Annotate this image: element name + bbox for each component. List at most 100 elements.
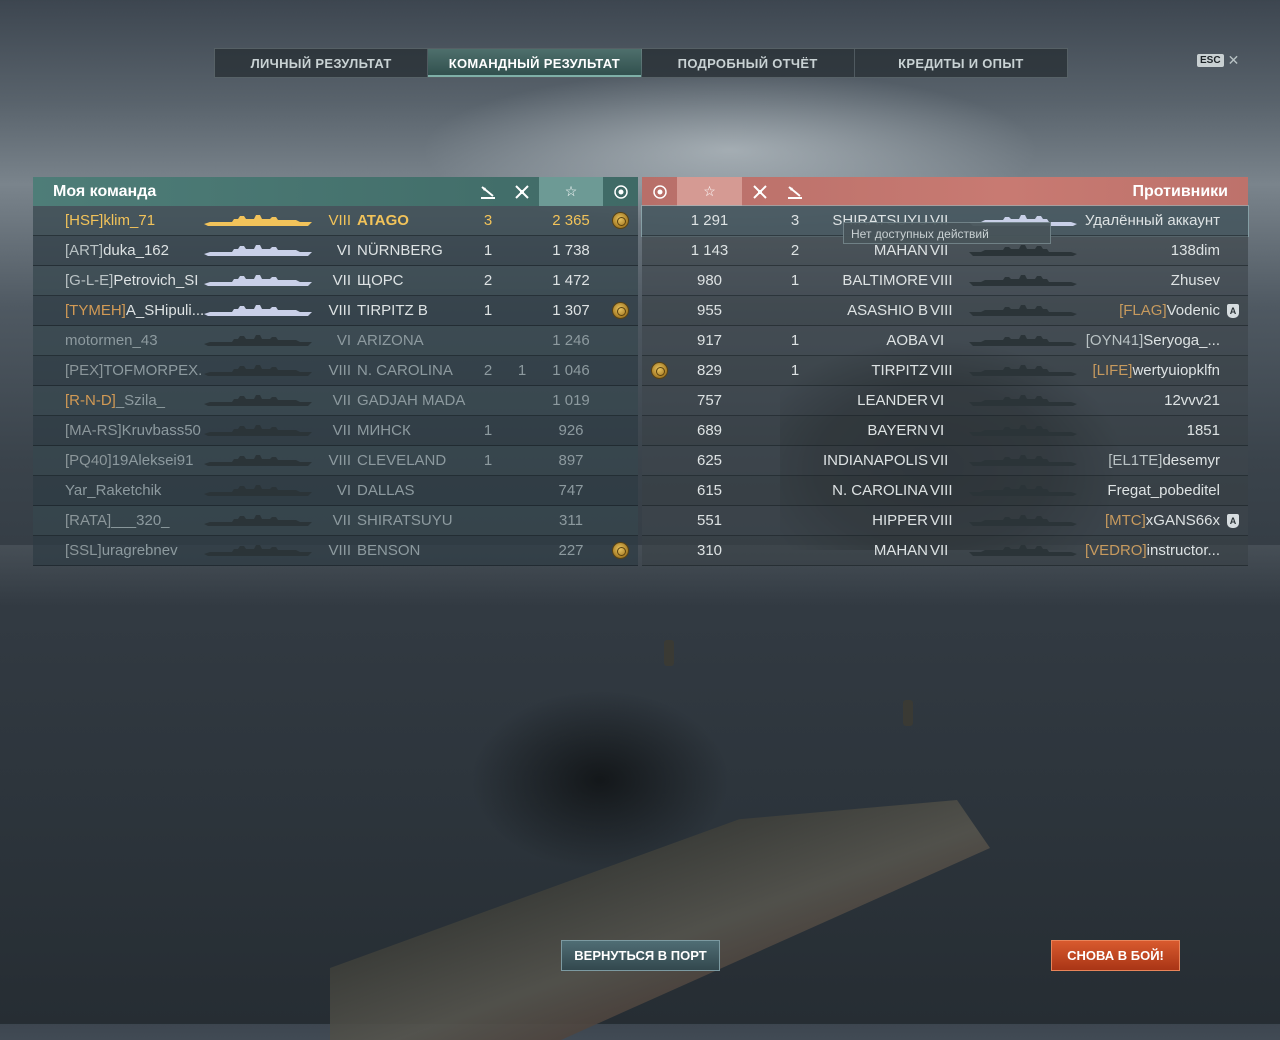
enemy-player-row[interactable]: 757 LEANDER VI 12vvv21 <box>642 386 1248 416</box>
player-row[interactable]: motormen_43 VI ARIZONA 1 246 <box>33 326 638 356</box>
planes-column-icon[interactable] <box>742 177 778 206</box>
player-name-cell: [PQ40]19Aleksei91 <box>65 446 203 475</box>
player-row[interactable]: [R-N-D]_Szila_ VII GADJAH MADA 1 019 <box>33 386 638 416</box>
ship-tier: VII <box>332 272 351 289</box>
ship-silhouette-icon <box>204 395 312 407</box>
player-row[interactable]: [TYMEH]A_SHipuli... VIII TIRPITZ B 1 1 307 <box>33 296 638 326</box>
base-xp: 311 <box>559 512 583 529</box>
player-row[interactable]: [SSL]uragrebnev VIII BENSON 227 <box>33 536 638 566</box>
player-row[interactable]: [PQ40]19Aleksei91 VIII CLEVELAND 1 897 <box>33 446 638 476</box>
ship-tier: VI <box>336 332 351 349</box>
base-xp: 1 307 <box>552 302 590 319</box>
buoy <box>664 640 674 666</box>
player-name: 1851 <box>1186 422 1220 439</box>
enemy-player-row[interactable]: 829 1 TIRPITZ VIII [LIFE]wertyuiopklfn <box>642 356 1248 386</box>
planes-count <box>505 446 539 475</box>
kills-count: 1 <box>483 452 493 469</box>
kills-count: 1 <box>483 242 493 259</box>
ship-tier: VI <box>336 242 351 259</box>
ship-name: GADJAH MADA <box>357 392 466 409</box>
player-clan-tag: [FLAG] <box>1119 302 1167 319</box>
medal-icon <box>613 213 628 228</box>
base-xp: 1 738 <box>552 242 590 259</box>
ship-silhouette-icon <box>969 275 1077 287</box>
enemy-player-row[interactable]: 551 HIPPER VIII [MTC]xGANS66x A <box>642 506 1248 536</box>
player-row[interactable]: [RATA]___320_ VII SHIRATSUYU 311 <box>33 506 638 536</box>
planes-count <box>505 536 539 565</box>
tab-credits-and-xp[interactable]: КРЕДИТЫ И ОПЫТ <box>855 49 1067 77</box>
planes-count <box>505 326 539 355</box>
xp-column-star-icon[interactable]: ☆ <box>539 177 603 206</box>
player-name-cell: [PEX]TOFMORPEX... <box>65 356 203 385</box>
base-xp: 747 <box>558 482 584 499</box>
kills-count <box>471 536 505 565</box>
battle-again-button[interactable]: СНОВА В БОЙ! <box>1051 940 1180 971</box>
enemy-player-row[interactable]: 625 INDIANAPOLIS VII [EL1TE]desemyr <box>642 446 1248 476</box>
rank-badge-icon: A <box>1227 514 1239 528</box>
player-name: Удалённый аккаунт <box>1084 212 1220 229</box>
player-name: Seryoga_... <box>1143 332 1220 349</box>
close-button[interactable]: ESC ✕ <box>1197 52 1239 69</box>
ship-silhouette-icon <box>969 545 1077 557</box>
medal-icon <box>652 363 667 378</box>
player-name: Petrovich_SI <box>113 272 199 289</box>
ship-tier: VIII <box>930 272 953 289</box>
planes-count <box>742 236 778 265</box>
enemy-player-row[interactable]: 615 N. CAROLINA VIII Fregat_pobeditel <box>642 476 1248 506</box>
player-name-cell: Zhusev <box>1078 266 1220 295</box>
ship-tier: VIII <box>328 212 351 229</box>
player-name: desemyr <box>1162 452 1220 469</box>
player-row[interactable]: [MA-RS]Kruvbass50 VII МИНСК 1 926 <box>33 416 638 446</box>
tab-personal-result[interactable]: ЛИЧНЫЙ РЕЗУЛЬТАТ <box>215 49 429 77</box>
medal-column-icon[interactable] <box>603 177 638 206</box>
player-clan-tag: [LIFE] <box>1092 362 1133 379</box>
kills-count: 3 <box>483 212 493 229</box>
kills-column-icon[interactable] <box>778 177 812 206</box>
ship-tier: VIII <box>328 542 351 559</box>
player-row[interactable]: Yar_Raketchik VI DALLAS 747 <box>33 476 638 506</box>
medal-icon <box>613 303 628 318</box>
tab-detailed-report[interactable]: ПОДРОБНЫЙ ОТЧЁТ <box>642 49 855 77</box>
enemy-player-row[interactable]: 980 1 BALTIMORE VIII Zhusev <box>642 266 1248 296</box>
tab-team-result[interactable]: КОМАНДНЫЙ РЕЗУЛЬТАТ <box>428 49 642 77</box>
planes-column-icon[interactable] <box>505 177 539 206</box>
ship-silhouette-icon <box>204 515 312 527</box>
ship-name: N. CAROLINA <box>832 482 928 499</box>
ship-silhouette-icon <box>969 515 1077 527</box>
ship-name: MAHAN <box>873 542 928 559</box>
base-xp: 897 <box>558 452 584 469</box>
player-name: 19Aleksei91 <box>111 452 194 469</box>
context-tooltip: Нет доступных действий <box>843 222 1051 244</box>
planes-count <box>742 326 778 355</box>
player-row[interactable]: [HSF]klim_71 VIII ATAGO 3 2 365 <box>33 206 638 236</box>
player-name-cell: [G-L-E]Petrovich_SI <box>65 266 203 295</box>
player-clan-tag: [TYMEH] <box>65 302 126 319</box>
ship-tier: VII <box>930 452 949 469</box>
esc-key-label: ESC <box>1197 54 1224 67</box>
player-row[interactable]: [ART]duka_162 VI NÜRNBERG 1 1 738 <box>33 236 638 266</box>
enemy-player-row[interactable]: 917 1 AOBA VI [OYN41]Seryoga_... <box>642 326 1248 356</box>
ship-name: CLEVELAND <box>357 452 447 469</box>
xp-column-star-icon[interactable]: ☆ <box>677 177 742 206</box>
player-name-cell: [R-N-D]_Szila_ <box>65 386 203 415</box>
enemy-player-row[interactable]: 689 BAYERN VI 1851 <box>642 416 1248 446</box>
ship-silhouette-icon <box>969 365 1077 377</box>
medal-column-icon[interactable] <box>642 177 677 206</box>
player-name: duka_162 <box>103 242 169 259</box>
close-icon: ✕ <box>1227 52 1240 68</box>
kills-column-icon[interactable] <box>471 177 505 206</box>
player-name: Kruvbass50 <box>121 422 201 439</box>
player-row[interactable]: [PEX]TOFMORPEX... VIII N. CAROLINA 2 1 1 046 <box>33 356 638 386</box>
base-xp: 1 472 <box>552 272 590 289</box>
enemy-player-row[interactable]: 310 MAHAN VII [VEDRO]instructor... <box>642 536 1248 566</box>
planes-count <box>742 416 778 445</box>
return-to-port-button[interactable]: ВЕРНУТЬСЯ В ПОРТ <box>561 940 720 971</box>
ship-tier: VIII <box>930 302 953 319</box>
ship-tier: VI <box>930 392 945 409</box>
player-row[interactable]: [G-L-E]Petrovich_SI VII ЩОРС 2 1 472 <box>33 266 638 296</box>
player-name: TOFMORPEX... <box>103 362 203 379</box>
player-name-cell: [VEDRO]instructor... <box>1078 536 1220 565</box>
planes-count <box>742 206 778 235</box>
player-name: motormen_43 <box>65 332 158 349</box>
enemy-player-row[interactable]: 955 ASASHIO B VIII [FLAG]Vodenic A <box>642 296 1248 326</box>
